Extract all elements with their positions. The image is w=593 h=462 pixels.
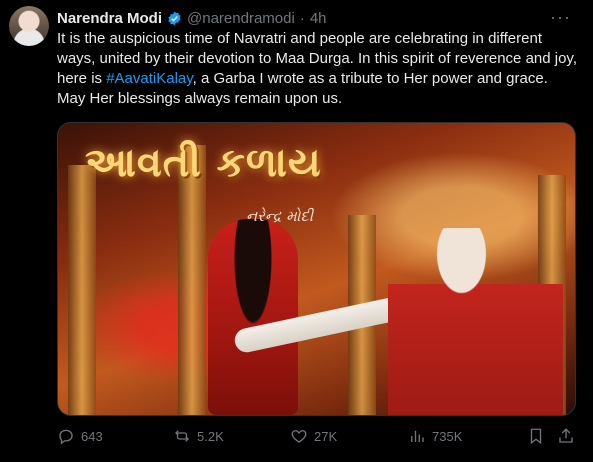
reply-count: 643 bbox=[81, 428, 103, 444]
bookmark-button[interactable] bbox=[527, 427, 545, 445]
heart-icon bbox=[291, 430, 307, 443]
author-name[interactable]: Narendra Modi bbox=[57, 10, 162, 27]
tweet-text: It is the auspicious time of Navratri an… bbox=[57, 29, 577, 109]
bookmark-icon bbox=[530, 428, 542, 445]
separator-dot: · bbox=[299, 9, 305, 27]
timestamp[interactable]: 4h bbox=[310, 10, 327, 27]
repost-count: 5.2K bbox=[197, 428, 224, 444]
avatar[interactable] bbox=[9, 6, 49, 46]
media-title-art: આવતી કળાય bbox=[85, 139, 322, 186]
share-button[interactable] bbox=[557, 427, 575, 445]
repost-icon bbox=[175, 430, 189, 442]
tweet[interactable]: Narendra Modi @narendramodi · 4h ··· It … bbox=[0, 0, 593, 462]
action-bar: 643 5.2K 27K 735K bbox=[57, 424, 577, 448]
views-button[interactable]: 735K bbox=[408, 427, 462, 445]
hashtag-link[interactable]: #AavatiKalay bbox=[106, 70, 192, 87]
person-figure bbox=[388, 228, 563, 415]
reply-button[interactable]: 643 bbox=[57, 427, 103, 445]
like-count: 27K bbox=[314, 428, 338, 444]
views-chart-icon bbox=[411, 430, 424, 442]
more-options-icon[interactable]: ··· bbox=[550, 7, 571, 28]
share-icon bbox=[559, 428, 573, 443]
like-button[interactable]: 27K bbox=[290, 427, 337, 445]
media-signature: નરેન્દ્ર મોદી bbox=[246, 207, 314, 225]
verified-badge-icon bbox=[167, 11, 182, 26]
temple-pillar bbox=[68, 165, 96, 415]
goddess-idol bbox=[208, 219, 298, 415]
reply-icon bbox=[59, 429, 73, 445]
tweet-header: Narendra Modi @narendramodi · 4h bbox=[57, 8, 327, 28]
author-handle[interactable]: @narendramodi bbox=[187, 10, 295, 27]
repost-button[interactable]: 5.2K bbox=[173, 427, 224, 445]
tweet-media-image[interactable]: આવતી કળાય નરેન્દ્ર મોદી bbox=[57, 122, 576, 416]
views-count: 735K bbox=[432, 428, 463, 444]
